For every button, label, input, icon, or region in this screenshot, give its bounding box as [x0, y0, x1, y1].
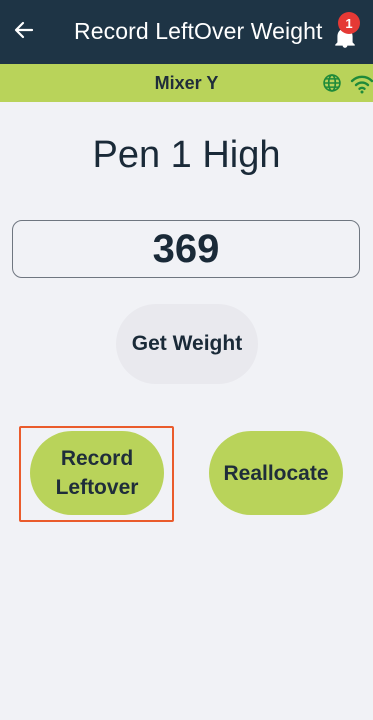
mixer-name: Mixer Y — [154, 73, 219, 93]
wifi-icon — [350, 75, 373, 94]
record-leftover-button[interactable]: Record Leftover — [30, 431, 164, 515]
arrow-left-icon — [14, 21, 34, 39]
get-weight-button[interactable]: Get Weight — [116, 304, 258, 384]
reallocate-button[interactable]: Reallocate — [209, 431, 343, 515]
app-screen: Record LeftOver Weight 1 Mixer Y Pen 1 H… — [0, 0, 373, 720]
globe-icon — [323, 74, 341, 92]
page-title: Record LeftOver Weight — [74, 18, 323, 44]
weight-display: 369 — [12, 220, 360, 278]
back-button[interactable] — [8, 14, 40, 46]
notification-badge: 1 — [338, 12, 360, 34]
pen-title: Pen 1 High — [92, 134, 281, 176]
mixer-bar: Mixer Y — [0, 64, 373, 102]
app-bar: Record LeftOver Weight 1 — [0, 0, 373, 64]
